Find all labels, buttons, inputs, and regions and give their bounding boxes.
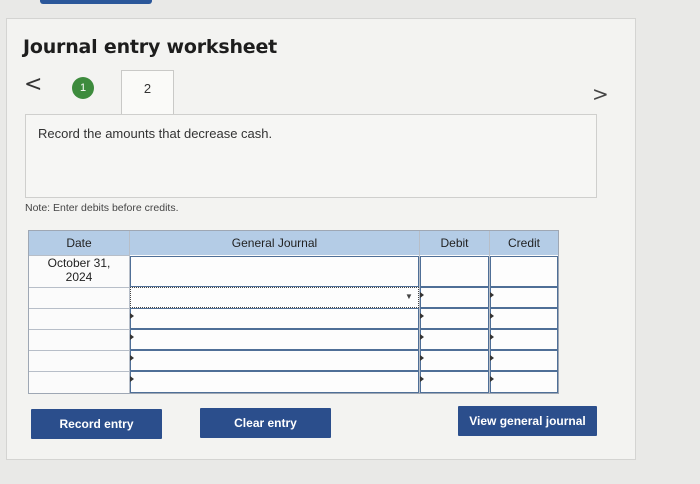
row-divider xyxy=(29,329,129,330)
account-input-row-6[interactable] xyxy=(130,371,419,393)
next-arrow-icon[interactable]: > xyxy=(592,82,609,106)
account-dropdown-row-2[interactable] xyxy=(130,287,419,308)
page-title: Journal entry worksheet xyxy=(23,36,278,58)
row-divider xyxy=(29,371,129,372)
credit-input-row-1[interactable] xyxy=(490,256,558,287)
previous-arrow-icon[interactable]: < xyxy=(24,72,42,98)
credit-input-row-4[interactable] xyxy=(490,329,558,350)
cell-marker-icon xyxy=(420,334,424,340)
top-accent-bar xyxy=(40,0,152,4)
view-general-journal-button[interactable]: View general journal xyxy=(458,406,597,436)
column-header-credit: Credit xyxy=(490,231,558,255)
note-text: Note: Enter debits before credits. xyxy=(25,202,179,214)
date-line-2: 2024 xyxy=(65,270,93,284)
cell-marker-icon xyxy=(420,355,424,361)
debit-input-row-4[interactable] xyxy=(420,329,489,350)
step-2-tab[interactable]: 2 xyxy=(121,70,174,115)
row-divider xyxy=(29,287,129,288)
cell-marker-icon xyxy=(420,292,424,298)
debit-input-row-2[interactable] xyxy=(420,287,489,308)
instruction-box: Record the amounts that decrease cash. xyxy=(25,114,597,198)
debit-input-row-3[interactable] xyxy=(420,308,489,329)
instruction-text: Record the amounts that decrease cash. xyxy=(38,126,273,141)
credit-input-row-6[interactable] xyxy=(490,371,558,393)
row-divider xyxy=(29,308,129,309)
account-input-row-1[interactable] xyxy=(130,256,419,287)
journal-table: Date General Journal Debit Credit Octobe… xyxy=(28,230,559,394)
cell-marker-icon xyxy=(130,313,134,319)
cell-marker-icon xyxy=(420,313,424,319)
credit-input-row-3[interactable] xyxy=(490,308,558,329)
dropdown-arrow-icon[interactable]: ▼ xyxy=(405,292,413,301)
column-header-general-journal: General Journal xyxy=(130,231,419,255)
column-header-date: Date xyxy=(29,231,129,255)
cell-marker-icon xyxy=(490,376,494,382)
credit-input-row-2[interactable] xyxy=(490,287,558,308)
column-header-debit: Debit xyxy=(420,231,489,255)
date-cell-row-1: October 31, 2024 xyxy=(29,256,129,287)
record-entry-button[interactable]: Record entry xyxy=(31,409,162,439)
cell-marker-icon xyxy=(420,376,424,382)
row-divider xyxy=(29,350,129,351)
cell-marker-icon xyxy=(130,334,134,340)
cell-marker-icon xyxy=(490,313,494,319)
step-1-indicator[interactable]: 1 xyxy=(72,77,94,99)
debit-input-row-5[interactable] xyxy=(420,350,489,371)
date-line-1: October 31, xyxy=(47,256,111,270)
cell-marker-icon xyxy=(490,355,494,361)
cell-marker-icon xyxy=(130,355,134,361)
account-input-row-5[interactable] xyxy=(130,350,419,371)
cell-marker-icon xyxy=(490,334,494,340)
cell-marker-icon xyxy=(490,292,494,298)
account-input-row-3[interactable] xyxy=(130,308,419,329)
debit-input-row-6[interactable] xyxy=(420,371,489,393)
debit-input-row-1[interactable] xyxy=(420,256,489,287)
credit-input-row-5[interactable] xyxy=(490,350,558,371)
account-input-row-4[interactable] xyxy=(130,329,419,350)
cell-marker-icon xyxy=(130,376,134,382)
clear-entry-button[interactable]: Clear entry xyxy=(200,408,331,438)
